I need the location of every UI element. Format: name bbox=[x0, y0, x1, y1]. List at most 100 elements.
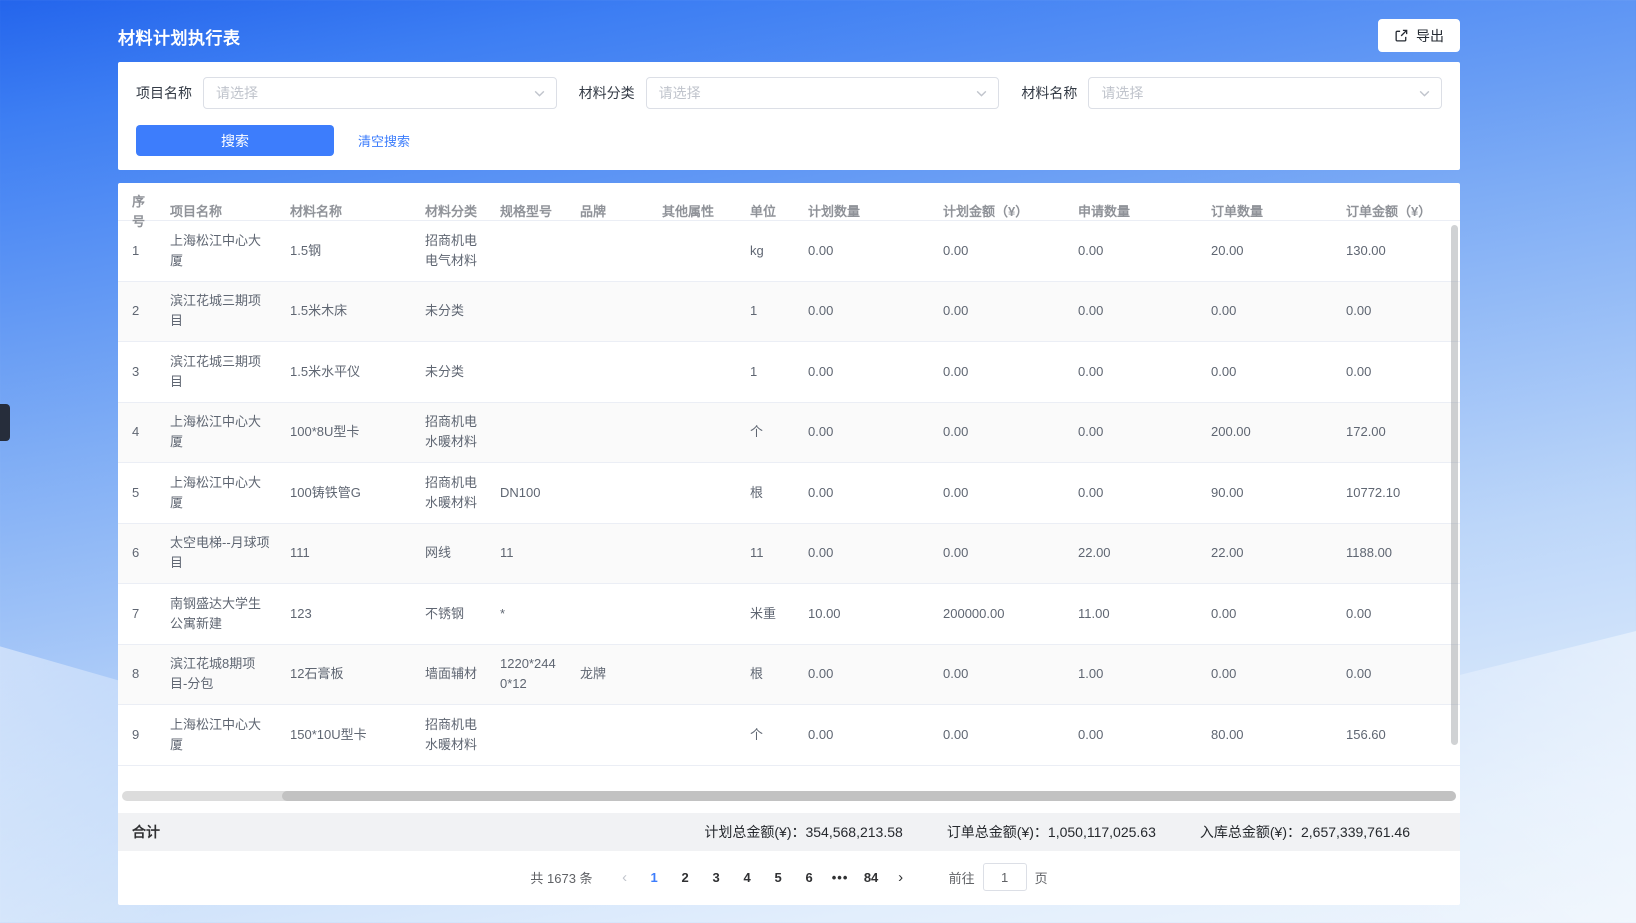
export-icon bbox=[1394, 28, 1409, 43]
table-row: 2滨江花城三期项目1.5米木床未分类10.000.000.000.000.00 bbox=[118, 282, 1460, 343]
table-cell: 200.00 bbox=[1199, 413, 1334, 451]
side-drawer-handle[interactable] bbox=[0, 404, 10, 441]
table-cell: 3 bbox=[118, 353, 158, 391]
table-cell: 墙面辅材 bbox=[413, 655, 488, 693]
table-cell: 1.5钢 bbox=[278, 232, 413, 270]
table-cell: 0.00 bbox=[931, 716, 1066, 754]
table-cell bbox=[568, 363, 650, 381]
table-cell: 0.00 bbox=[796, 716, 931, 754]
table-cell: 根 bbox=[738, 474, 796, 512]
clear-search-link[interactable]: 清空搜索 bbox=[358, 131, 410, 150]
table-cell: 11 bbox=[488, 534, 568, 572]
table-cell: 滨江花城三期项目 bbox=[158, 343, 278, 401]
table-cell: 0.00 bbox=[1066, 716, 1199, 754]
page-number-button[interactable]: 3 bbox=[701, 870, 732, 885]
material-category-select[interactable]: 请选择 bbox=[646, 77, 1000, 109]
table-cell: 8 bbox=[118, 655, 158, 693]
horizontal-scrollbar-thumb[interactable] bbox=[282, 791, 1456, 801]
summary-total-item: 入库总金额(¥)：2,657,339,761.46 bbox=[1200, 822, 1410, 842]
page-ellipsis[interactable]: ••• bbox=[825, 870, 856, 885]
page-number-button[interactable]: 84 bbox=[856, 870, 887, 885]
table-cell: 上海松江中心大厦 bbox=[158, 706, 278, 764]
table-cell: 太空电梯--月球项目 bbox=[158, 524, 278, 582]
table-cell: 0.00 bbox=[1066, 474, 1199, 512]
table-cell: 22.00 bbox=[1066, 534, 1199, 572]
table-cell: 0.00 bbox=[1334, 292, 1446, 330]
page-number-button[interactable]: 4 bbox=[732, 870, 763, 885]
table-cell: 0.00 bbox=[1066, 413, 1199, 451]
page-number-button[interactable]: 6 bbox=[794, 870, 825, 885]
table-cell: 1.5米木床 bbox=[278, 292, 413, 330]
table-cell: 10772.10 bbox=[1334, 474, 1446, 512]
table-cell bbox=[568, 302, 650, 320]
table-cell: 0.00 bbox=[1334, 595, 1446, 633]
table-cell: 100*8U型卡 bbox=[278, 413, 413, 451]
table-cell: 9 bbox=[118, 716, 158, 754]
table-cell bbox=[488, 242, 568, 260]
table-cell bbox=[488, 302, 568, 320]
table-cell bbox=[568, 423, 650, 441]
table-cell: 滨江花城8期项目-分包 bbox=[158, 645, 278, 703]
table-cell: 1 bbox=[118, 232, 158, 270]
table-cell bbox=[568, 605, 650, 623]
table-cell bbox=[488, 363, 568, 381]
material-name-label: 材料名称 bbox=[1021, 83, 1077, 103]
table-cell: DN100 bbox=[488, 474, 568, 512]
column-header: 计划金额（¥） bbox=[931, 193, 1066, 231]
table-cell: 11 bbox=[738, 534, 796, 572]
table-cell: 10.00 bbox=[796, 595, 931, 633]
next-page-button[interactable]: › bbox=[887, 869, 915, 886]
table-cell: 个 bbox=[738, 413, 796, 451]
chevron-down-icon bbox=[975, 87, 988, 105]
vertical-scrollbar[interactable] bbox=[1451, 225, 1458, 745]
table-cell: 6 bbox=[118, 534, 158, 572]
page-number-button[interactable]: 5 bbox=[763, 870, 794, 885]
table-cell: 南钢盛达大学生公寓新建 bbox=[158, 585, 278, 643]
table-cell: 0.00 bbox=[1066, 292, 1199, 330]
table-cell: 未分类 bbox=[413, 292, 488, 330]
table-cell bbox=[650, 423, 738, 441]
goto-page-input[interactable] bbox=[983, 863, 1027, 891]
project-name-placeholder: 请选择 bbox=[216, 83, 258, 103]
export-button[interactable]: 导出 bbox=[1378, 19, 1460, 52]
table-cell: 网线 bbox=[413, 534, 488, 572]
table-cell bbox=[650, 484, 738, 502]
table-body: 1上海松江中心大厦1.5钢招商机电电气材料kg0.000.000.0020.00… bbox=[118, 221, 1460, 766]
table-cell: 7 bbox=[118, 595, 158, 633]
filter-panel: 项目名称 请选择 材料分类 请选择 材料名称 请选择 搜索 清空搜索 bbox=[118, 62, 1460, 170]
table-row: 6太空电梯--月球项目111网线11110.000.0022.0022.0011… bbox=[118, 524, 1460, 585]
material-name-select[interactable]: 请选择 bbox=[1088, 77, 1442, 109]
table-cell: 11.00 bbox=[1066, 595, 1199, 633]
table-cell bbox=[650, 665, 738, 683]
table-cell: 80.00 bbox=[1199, 716, 1334, 754]
table-cell: 123 bbox=[278, 595, 413, 633]
page-title: 材料计划执行表 bbox=[118, 24, 241, 49]
table-cell: 0.00 bbox=[1199, 353, 1334, 391]
filter-buttons-row: 搜索 清空搜索 bbox=[136, 125, 1442, 156]
table-cell bbox=[568, 242, 650, 260]
prev-page-button[interactable]: ‹ bbox=[611, 869, 639, 886]
project-name-select[interactable]: 请选择 bbox=[203, 77, 557, 109]
table-cell: 111 bbox=[278, 534, 413, 572]
table-cell bbox=[650, 544, 738, 562]
table-cell: 1188.00 bbox=[1334, 534, 1446, 572]
search-button[interactable]: 搜索 bbox=[136, 125, 334, 156]
table-row: 8滨江花城8期项目-分包12石膏板墙面辅材1220*2440*12龙牌根0.00… bbox=[118, 645, 1460, 706]
table-header-row: 序号项目名称材料名称材料分类规格型号品牌其他属性单位计划数量计划金额（¥）申请数… bbox=[118, 183, 1460, 221]
table-cell: 招商机电电气材料 bbox=[413, 222, 488, 280]
table-cell: 0.00 bbox=[931, 474, 1066, 512]
horizontal-scrollbar-track[interactable] bbox=[122, 791, 1456, 801]
table-cell bbox=[650, 242, 738, 260]
page-number-button[interactable]: 1 bbox=[639, 870, 670, 885]
table-cell: 个 bbox=[738, 716, 796, 754]
table-cell: 1.00 bbox=[1066, 655, 1199, 693]
table-cell: 0.00 bbox=[931, 655, 1066, 693]
summary-row: 合计 计划总金额(¥)：354,568,213.58订单总金额(¥)：1,050… bbox=[118, 813, 1460, 851]
goto-label: 前往 bbox=[949, 868, 975, 887]
table-cell: 0.00 bbox=[796, 232, 931, 270]
table-cell: 0.00 bbox=[1334, 655, 1446, 693]
table-cell: 米重 bbox=[738, 595, 796, 633]
table-cell: 0.00 bbox=[931, 292, 1066, 330]
page-number-button[interactable]: 2 bbox=[670, 870, 701, 885]
table-cell: 上海松江中心大厦 bbox=[158, 464, 278, 522]
